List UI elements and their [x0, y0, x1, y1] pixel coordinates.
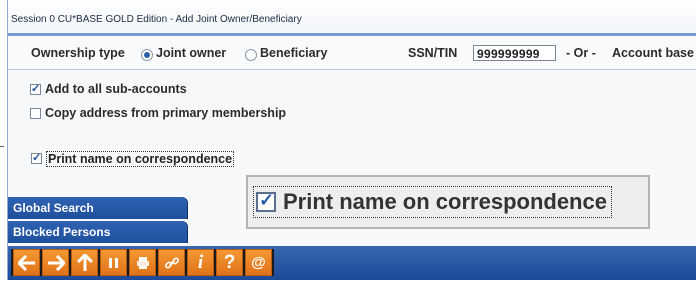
- forward-arrow-icon[interactable]: [42, 249, 69, 276]
- zoom-checkbox: [256, 190, 276, 212]
- account-base-label: Account base: [612, 46, 694, 60]
- or-label: - Or -: [566, 46, 596, 60]
- back-arrow-icon[interactable]: [13, 249, 40, 276]
- print-name-label[interactable]: Print name on correspondence: [46, 151, 235, 167]
- global-search-button[interactable]: Global Search: [8, 197, 188, 219]
- left-margin: [0, 0, 7, 285]
- bottom-toolbar-bar: i ? @: [8, 246, 696, 280]
- print-name-checkbox[interactable]: [31, 151, 42, 165]
- ownership-row: Ownership type Joint owner Beneficiary S…: [8, 36, 696, 70]
- info-glyph: i: [197, 251, 204, 273]
- help-icon[interactable]: ?: [216, 249, 243, 276]
- window-title: Session 0 CU*BASE GOLD Edition - Add Joi…: [11, 14, 302, 25]
- joint-owner-label[interactable]: Joint owner: [156, 46, 226, 60]
- margin-tick: [0, 146, 4, 147]
- ownership-type-label: Ownership type: [31, 46, 125, 60]
- beneficiary-radio[interactable]: [245, 49, 257, 61]
- info-icon[interactable]: i: [187, 249, 214, 276]
- up-arrow-icon[interactable]: [71, 249, 98, 276]
- app-window: Session 0 CU*BASE GOLD Edition - Add Joi…: [7, 0, 696, 280]
- help-glyph: ?: [223, 251, 236, 273]
- ssn-input[interactable]: 999999999: [473, 45, 556, 61]
- copy-address-checkbox[interactable]: [30, 108, 41, 119]
- link-icon[interactable]: [158, 249, 185, 276]
- zoom-callout-content: Print name on correspondence: [253, 186, 612, 218]
- beneficiary-label[interactable]: Beneficiary: [260, 46, 327, 60]
- blocked-persons-button[interactable]: Blocked Persons: [8, 221, 188, 243]
- toolbar: i ? @: [11, 249, 274, 276]
- zoom-callout: Print name on correspondence: [246, 175, 650, 229]
- copy-address-label[interactable]: Copy address from primary membership: [45, 106, 286, 120]
- at-icon[interactable]: @: [245, 249, 272, 276]
- add-sub-accounts-label[interactable]: Add to all sub-accounts: [45, 82, 187, 96]
- at-glyph: @: [251, 254, 266, 271]
- zoom-label: Print name on correspondence: [283, 189, 607, 214]
- joint-owner-radio[interactable]: [141, 49, 153, 61]
- title-bar: Session 0 CU*BASE GOLD Edition - Add Joi…: [8, 0, 696, 34]
- ssn-label: SSN/TIN: [408, 46, 458, 60]
- print-icon[interactable]: [129, 249, 156, 276]
- pause-icon[interactable]: [100, 249, 127, 276]
- add-sub-accounts-checkbox[interactable]: [30, 82, 41, 96]
